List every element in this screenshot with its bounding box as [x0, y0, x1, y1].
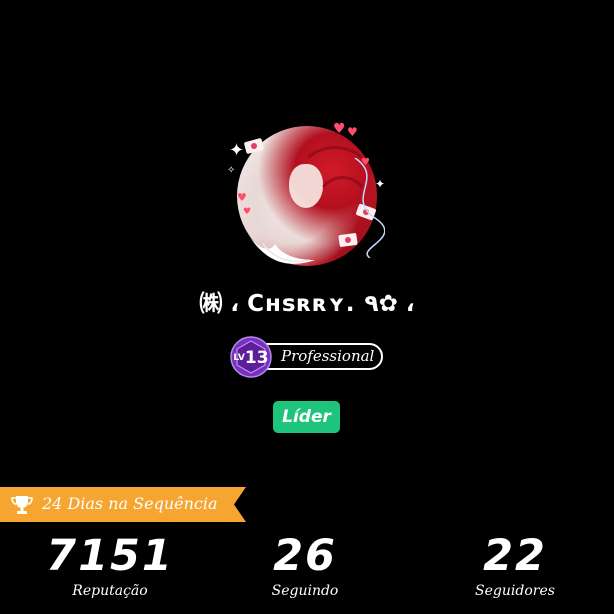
level-prefix: LV [233, 353, 245, 363]
profile-name: ㈱ ، Cʜsʀʀʏ. ٩✿ ، [199, 291, 415, 317]
following-label: Seguindo [271, 583, 339, 599]
profile-avatar[interactable]: ♥ ♥ ♥ ♥ ♥ ✦ ✧ ✦ [225, 118, 395, 278]
heart-icon: ♥ [347, 125, 358, 139]
level-title: Professional [281, 347, 375, 365]
followers-label: Seguidores [475, 583, 555, 599]
level-number: 13 [244, 348, 269, 368]
ribbon-decoration [354, 158, 385, 258]
following-value: 26 [273, 531, 337, 581]
sparkle-icon: ✧ [227, 165, 236, 176]
role-badge: Líder [273, 401, 340, 433]
sparkle-icon: ✦ [229, 140, 245, 161]
level-badge: LV13 [229, 336, 273, 378]
following-stat[interactable]: 26 Seguindo [240, 530, 370, 600]
wing-icon [249, 236, 315, 264]
streak-label: 24 Dias na Sequência [42, 494, 218, 513]
heart-icon: ♥ [333, 121, 346, 137]
heart-icon: ♥ [243, 207, 252, 217]
reputation-stat[interactable]: 7151 Reputação [40, 530, 180, 600]
heart-icon: ♥ [237, 191, 247, 204]
followers-value: 22 [483, 531, 547, 581]
reputation-label: Reputação [72, 583, 148, 599]
streak-banner[interactable]: 24 Dias na Sequência [0, 487, 246, 522]
trophy-icon [11, 496, 33, 514]
reputation-value: 7151 [46, 531, 174, 581]
followers-stat[interactable]: 22 Seguidores [445, 530, 585, 600]
